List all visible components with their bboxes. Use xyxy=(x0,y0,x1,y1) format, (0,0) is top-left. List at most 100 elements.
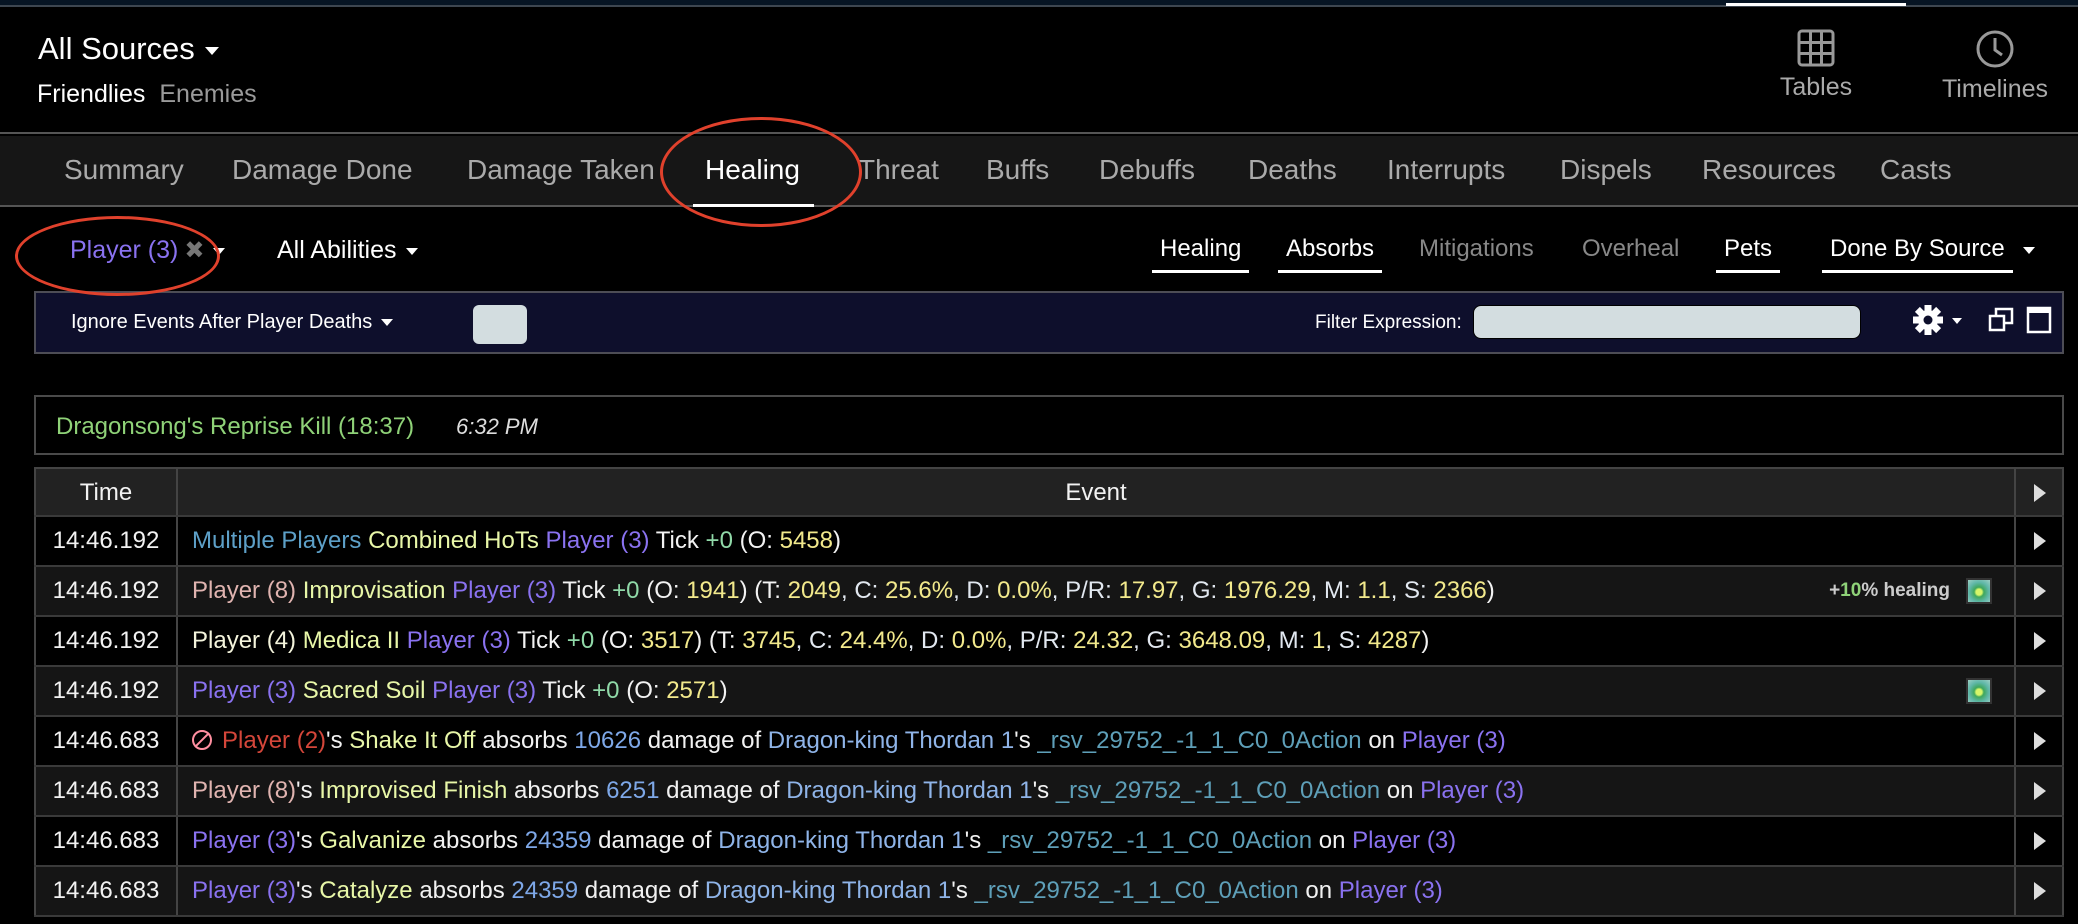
expand-row-button[interactable] xyxy=(2014,667,2064,715)
ability-name[interactable]: _rsv_29752_-1_1_C0_0Action xyxy=(1037,727,1361,754)
mode-selector[interactable]: Done By Source xyxy=(1822,235,2035,273)
table-row[interactable]: 14:46.192 Multiple Players Combined HoTs … xyxy=(34,517,2064,567)
actor-name[interactable]: Player (3) xyxy=(192,827,296,854)
column-header-time[interactable]: Time xyxy=(34,469,176,515)
abilities-filter[interactable]: All Abilities xyxy=(277,236,418,265)
table-row[interactable]: 14:46.192 Player (3) Sacred Soil Player (… xyxy=(34,667,2064,717)
toggle-absorbs[interactable]: Absorbs xyxy=(1277,235,1383,273)
tab-friendlies[interactable]: Friendlies xyxy=(37,80,145,108)
expand-row-button[interactable] xyxy=(2014,617,2064,665)
event-value: 3517 xyxy=(640,627,695,654)
expand-row-button[interactable] xyxy=(2014,767,2064,815)
fight-name[interactable]: Dragonsong's Reprise Kill (18:37) xyxy=(56,413,414,441)
tab-interrupts[interactable]: Interrupts xyxy=(1387,136,1505,207)
column-header-event[interactable]: Event xyxy=(176,469,2014,515)
actor-name[interactable]: Dragon-king Thordan 1 xyxy=(705,877,951,904)
ability-name[interactable]: Sacred Soil xyxy=(303,677,426,704)
actor-name[interactable]: Player (3) xyxy=(452,577,556,604)
actor-name[interactable]: Player (3) xyxy=(192,877,296,904)
settings-menu[interactable] xyxy=(1912,302,1966,343)
event-text: 's xyxy=(1014,727,1038,754)
expand-all-button[interactable] xyxy=(2014,469,2064,515)
expand-row-button[interactable] xyxy=(2014,867,2064,915)
tab-damage-taken[interactable]: Damage Taken xyxy=(467,136,655,207)
table-row[interactable]: 14:46.683 Player (2)'s Shake It Off absor… xyxy=(34,717,2064,767)
tab-debuffs[interactable]: Debuffs xyxy=(1099,136,1195,207)
table-row[interactable]: 14:46.192 Player (8) Improvisation Player… xyxy=(34,567,2064,617)
view-tables-button[interactable]: Tables xyxy=(1776,29,1856,102)
tab-enemies[interactable]: Enemies xyxy=(159,80,256,108)
toggle-overheal[interactable]: Overheal xyxy=(1582,235,1679,273)
table-row[interactable]: 14:46.683 Player (3)'s Galvanize absorbs … xyxy=(34,817,2064,867)
ignore-events-toggle[interactable] xyxy=(473,305,527,344)
restore-window-button[interactable] xyxy=(1988,307,2014,338)
ability-name[interactable]: _rsv_29752_-1_1_C0_0Action xyxy=(988,827,1312,854)
actor-name[interactable]: Player (3) xyxy=(1402,727,1506,754)
ability-name[interactable]: Shake It Off xyxy=(349,727,475,754)
toggle-pets[interactable]: Pets xyxy=(1715,235,1781,273)
tab-damage-done[interactable]: Damage Done xyxy=(232,136,413,207)
table-body: 14:46.192 Multiple Players Combined HoTs … xyxy=(34,517,2064,917)
ability-name[interactable]: Medica II xyxy=(303,627,400,654)
actor-name[interactable]: Player (2) xyxy=(222,727,326,754)
actor-name[interactable]: Player (8) xyxy=(192,577,296,604)
tab-threat[interactable]: Threat xyxy=(858,136,939,207)
expand-row-button[interactable] xyxy=(2014,817,2064,865)
ability-name[interactable]: Improvisation xyxy=(303,577,446,604)
chevron-down-icon xyxy=(204,46,219,55)
tab-summary[interactable]: Summary xyxy=(64,136,184,207)
clear-filter-icon[interactable]: ✖ xyxy=(184,236,204,265)
actor-name[interactable]: Multiple Players xyxy=(192,527,361,554)
table-row[interactable]: 14:46.683 Player (3)'s Catalyze absorbs 2… xyxy=(34,867,2064,917)
ability-name[interactable]: _rsv_29752_-1_1_C0_0Action xyxy=(975,877,1299,904)
bonus-suffix: % healing xyxy=(1861,580,1950,601)
expand-row-button[interactable] xyxy=(2014,717,2064,765)
actor-name[interactable]: Player (3) xyxy=(1339,877,1443,904)
tab-healing[interactable]: Healing xyxy=(693,136,814,207)
chevron-down-icon xyxy=(2022,247,2035,254)
actor-name[interactable]: Dragon-king Thordan 1 xyxy=(768,727,1014,754)
expand-arrow-icon xyxy=(2034,484,2046,502)
event-text: 's xyxy=(326,727,350,754)
event-value: +0 xyxy=(566,627,595,654)
toggle-healing[interactable]: Healing xyxy=(1151,235,1250,273)
table-row[interactable]: 14:46.192 Player (4) Medica II Player (3)… xyxy=(34,617,2064,667)
view-timelines-button[interactable]: Timelines xyxy=(1935,29,2055,104)
event-description: Multiple Players Combined HoTs Player (3… xyxy=(176,517,2014,565)
ability-name[interactable]: Galvanize xyxy=(319,827,426,854)
ignore-events-dropdown[interactable]: Ignore Events After Player Deaths xyxy=(71,311,394,334)
tab-buffs[interactable]: Buffs xyxy=(986,136,1049,207)
chevron-down-icon xyxy=(213,247,226,255)
actor-name[interactable]: Dragon-king Thordan 1 xyxy=(718,827,964,854)
actor-name[interactable]: Player (8) xyxy=(192,777,296,804)
tab-dispels[interactable]: Dispels xyxy=(1560,136,1652,207)
tab-deaths[interactable]: Deaths xyxy=(1248,136,1337,207)
tab-casts[interactable]: Casts xyxy=(1880,136,1952,207)
actor-name[interactable]: Player (3) xyxy=(1352,827,1456,854)
actor-name[interactable]: Dragon-king Thordan 1 xyxy=(786,777,1032,804)
expand-row-button[interactable] xyxy=(2014,567,2064,615)
event-value: 0.0% xyxy=(997,577,1052,604)
actor-name[interactable]: Player (3) xyxy=(192,677,296,704)
event-description: Player (3) Sacred Soil Player (3) Tick +… xyxy=(176,667,2014,715)
tab-resources[interactable]: Resources xyxy=(1702,136,1836,207)
actor-name[interactable]: Player (4) xyxy=(192,627,296,654)
maximize-window-button[interactable] xyxy=(2026,306,2052,339)
actor-name[interactable]: Player (3) xyxy=(546,527,650,554)
event-text: on xyxy=(1361,727,1402,754)
table-row[interactable]: 14:46.683 Player (8)'s Improvised Finish … xyxy=(34,767,2064,817)
actor-name[interactable]: Player (3) xyxy=(1420,777,1524,804)
source-selector[interactable]: All Sources xyxy=(38,31,219,67)
toggle-mitigations[interactable]: Mitigations xyxy=(1419,235,1534,273)
ability-name[interactable]: Improvised Finish xyxy=(319,777,507,804)
report-tabs: Summary Damage Done Damage Taken Healing… xyxy=(0,136,2078,207)
filter-expression-input[interactable] xyxy=(1473,305,1861,339)
ability-name[interactable]: Combined HoTs xyxy=(368,527,539,554)
ability-name[interactable]: Catalyze xyxy=(319,877,412,904)
actor-name[interactable]: Player (3) xyxy=(407,627,511,654)
expand-row-button[interactable] xyxy=(2014,517,2064,565)
actor-name[interactable]: Player (3) xyxy=(432,677,536,704)
player-filter[interactable]: Player (3) ✖ xyxy=(70,236,226,265)
ability-name[interactable]: _rsv_29752_-1_1_C0_0Action xyxy=(1056,777,1380,804)
event-text: on xyxy=(1298,877,1339,904)
